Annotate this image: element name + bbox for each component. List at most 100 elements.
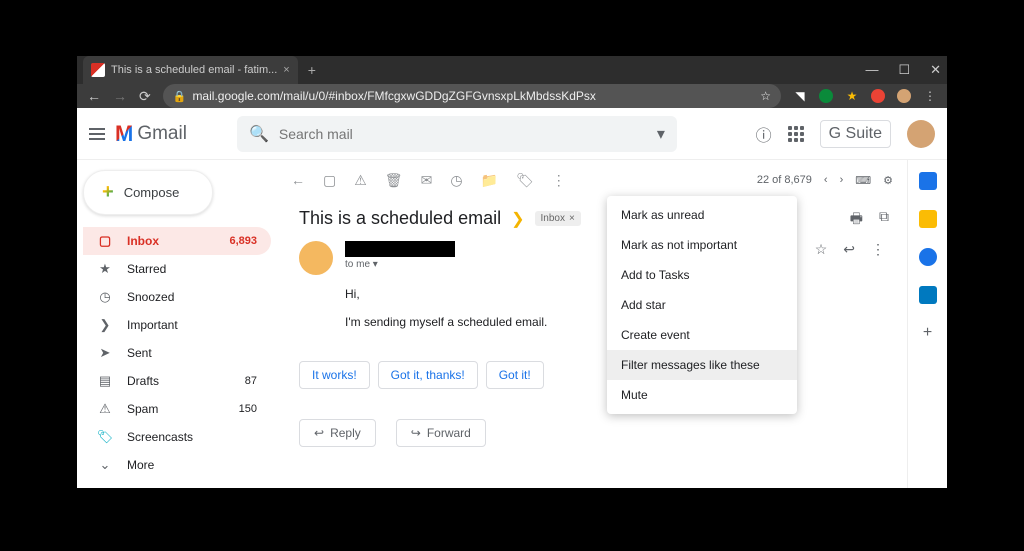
titlebar: This is a scheduled email - fatim... × +… — [77, 56, 947, 84]
new-tab-button[interactable]: + — [308, 62, 316, 78]
account-avatar[interactable] — [907, 120, 935, 148]
remove-label-icon[interactable]: × — [569, 213, 575, 224]
pager: 22 of 8,679 ‹ › ⌨ ⚙ — [757, 174, 893, 187]
tag-extension-icon[interactable]: ◥ — [793, 89, 807, 103]
menu-filter-messages[interactable]: Filter messages like these — [607, 350, 797, 380]
hamburger-menu-icon[interactable] — [89, 128, 105, 140]
important-flag-icon[interactable]: ❯ — [511, 209, 524, 229]
url-text: mail.google.com/mail/u/0/#inbox/FMfcgxwG… — [192, 89, 595, 103]
sender-avatar[interactable] — [299, 241, 333, 275]
smart-reply-1[interactable]: It works! — [299, 361, 370, 389]
help-icon[interactable]: ⓘ — [756, 122, 772, 146]
back-to-inbox-icon[interactable]: ← — [291, 172, 305, 188]
menu-add-to-tasks[interactable]: Add to Tasks — [607, 260, 797, 290]
close-window-button[interactable]: ✕ — [930, 62, 941, 78]
reply-button[interactable]: ↩Reply — [299, 419, 376, 447]
red-extension-icon[interactable] — [871, 89, 885, 103]
settings-gear-icon[interactable]: ⚙ — [883, 174, 893, 187]
mark-unread-icon[interactable]: ✉ — [421, 172, 433, 189]
url-field[interactable]: 🔒 mail.google.com/mail/u/0/#inbox/FMfcgx… — [163, 84, 781, 108]
snooze-icon[interactable]: ◷ — [450, 172, 462, 189]
open-new-window-icon[interactable]: ⧉ — [879, 208, 889, 232]
compose-button[interactable]: + Compose — [83, 170, 213, 215]
more-actions-icon[interactable]: ⋮ — [552, 172, 566, 189]
delete-icon[interactable]: 🗑 — [385, 172, 403, 189]
profile-avatar[interactable] — [897, 89, 911, 103]
trello-addon-icon[interactable] — [919, 286, 937, 304]
sidebar-item-inbox[interactable]: ▢Inbox6,893 — [83, 227, 271, 255]
star-extension-icon[interactable]: ★ — [845, 89, 859, 103]
bookmark-star-icon[interactable]: ☆ — [760, 89, 771, 103]
reply-arrow-icon: ↩ — [314, 426, 324, 440]
gmail-favicon-icon — [91, 63, 105, 77]
compose-label: Compose — [124, 185, 180, 200]
sidebar-item-screencasts[interactable]: 🏷Screencasts — [83, 423, 271, 451]
gmail-header: M Gmail 🔍 ▾ ⓘ G Suite — [77, 108, 947, 160]
pager-prev-icon[interactable]: ‹ — [824, 174, 828, 186]
search-box[interactable]: 🔍 ▾ — [237, 116, 677, 152]
sidebar-item-drafts[interactable]: ▤Drafts87 — [83, 367, 271, 395]
search-input[interactable] — [279, 126, 647, 142]
close-tab-icon[interactable]: × — [283, 64, 289, 76]
plus-icon: + — [102, 181, 114, 204]
hangouts-bar: 👤 💬 📞 — [83, 479, 271, 488]
email-header-actions: 🖶 ⧉ — [850, 208, 889, 232]
menu-add-star[interactable]: Add star — [607, 290, 797, 320]
tab-title: This is a scheduled email - fatim... — [111, 64, 277, 76]
sidebar-item-spam[interactable]: ⚠Spam150 — [83, 395, 271, 423]
maximize-button[interactable]: ☐ — [898, 62, 910, 78]
add-addon-icon[interactable]: + — [923, 324, 932, 342]
extension-icons: ◥ ★ ⋮ — [793, 89, 937, 103]
sidebar-item-snoozed[interactable]: ◷Snoozed — [83, 283, 271, 311]
print-icon[interactable]: 🖶 — [850, 208, 863, 232]
sidebar-item-more[interactable]: ⌄More — [83, 451, 271, 479]
sidebar-item-important[interactable]: ❯Important — [83, 311, 271, 339]
sidebar-item-sent[interactable]: ➤Sent — [83, 339, 271, 367]
more-actions-menu: Mark as unread Mark as not important Add… — [607, 196, 797, 414]
browser-tab[interactable]: This is a scheduled email - fatim... × — [83, 56, 298, 84]
star-icon: ★ — [97, 261, 113, 277]
star-message-icon[interactable]: ☆ — [815, 241, 828, 258]
gsuite-badge[interactable]: G Suite — [820, 120, 891, 148]
inbox-label-chip[interactable]: Inbox× — [535, 211, 581, 226]
recipient-line[interactable]: to me ▾ — [345, 259, 455, 270]
nav-forward-icon[interactable]: → — [113, 88, 127, 104]
labels-icon[interactable]: 🏷 — [516, 172, 534, 189]
smart-replies: It works! Got it, thanks! Got it! — [299, 361, 885, 389]
calendar-addon-icon[interactable] — [919, 172, 937, 190]
sender-row: to me ▾ ☆ ↩ ⋮ — [299, 241, 885, 275]
inbox-icon: ▢ — [97, 233, 113, 249]
green-extension-icon[interactable] — [819, 89, 833, 103]
input-tools-icon[interactable]: ⌨ — [855, 174, 871, 187]
smart-reply-3[interactable]: Got it! — [486, 361, 544, 389]
gmail-main: + Compose ▢Inbox6,893 ★Starred ◷Snoozed … — [77, 160, 947, 488]
message-body: Hi, I'm sending myself a scheduled email… — [299, 287, 885, 329]
chrome-menu-icon[interactable]: ⋮ — [923, 89, 937, 103]
menu-mute[interactable]: Mute — [607, 380, 797, 410]
lock-icon: 🔒 — [173, 90, 187, 103]
menu-mark-unread[interactable]: Mark as unread — [607, 200, 797, 230]
menu-create-event[interactable]: Create event — [607, 320, 797, 350]
gmail-logo: M Gmail — [115, 121, 187, 147]
sidebar-item-starred[interactable]: ★Starred — [83, 255, 271, 283]
move-to-icon[interactable]: 📁 — [481, 172, 498, 189]
archive-icon[interactable]: ▢ — [323, 172, 336, 189]
nav-back-icon[interactable]: ← — [87, 88, 101, 104]
forward-button[interactable]: ↪Forward — [396, 419, 486, 447]
apps-grid-icon[interactable] — [788, 126, 804, 142]
smart-reply-2[interactable]: Got it, thanks! — [378, 361, 478, 389]
report-spam-icon[interactable]: ⚠ — [354, 172, 367, 189]
reload-icon[interactable]: ⟳ — [139, 88, 151, 105]
label-icon: 🏷 — [97, 429, 113, 445]
reply-icon[interactable]: ↩ — [843, 241, 855, 258]
minimize-button[interactable]: — — [865, 62, 878, 78]
message-more-icon[interactable]: ⋮ — [871, 241, 885, 258]
menu-mark-not-important[interactable]: Mark as not important — [607, 230, 797, 260]
tasks-addon-icon[interactable] — [919, 248, 937, 266]
forward-arrow-icon: ↪ — [411, 426, 421, 440]
pager-next-icon[interactable]: › — [840, 174, 844, 186]
sender-name-redacted — [345, 241, 455, 257]
search-options-icon[interactable]: ▾ — [657, 124, 665, 144]
keep-addon-icon[interactable] — [919, 210, 937, 228]
content-pane: ← ▢ ⚠ 🗑 ✉ ◷ 📁 🏷 ⋮ 22 of 8,679 ‹ › ⌨ — [277, 160, 907, 488]
